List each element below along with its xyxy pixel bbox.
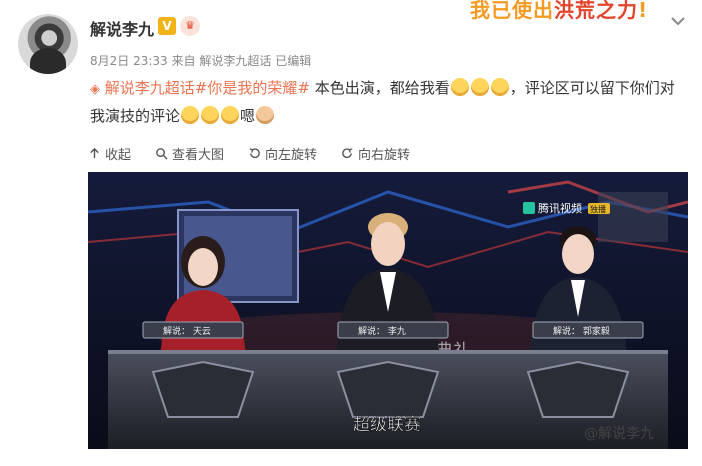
collapse-button[interactable]: 收起 — [88, 144, 131, 163]
post-source[interactable]: 来自 解说李九超话 — [172, 54, 272, 68]
topic-link[interactable]: 解说李九超话#你是我的荣耀# — [105, 79, 310, 97]
collapse-label: 收起 — [105, 148, 132, 163]
platform-logo: 腾讯视频 — [538, 201, 582, 215]
post-date[interactable]: 8月2日 — [90, 54, 129, 68]
rotate-left-icon — [249, 148, 260, 159]
collapse-arrow-icon — [90, 147, 99, 159]
search-icon — [156, 148, 168, 160]
video-subtitle: 超级联赛 — [353, 414, 421, 435]
cat-emoji-icon — [221, 106, 240, 124]
crown-icon: ♛ — [180, 16, 200, 36]
chevron-down-icon[interactable] — [669, 12, 687, 30]
image-toolbar: 收起 查看大图 向左旋转 向右旋转 — [88, 144, 410, 163]
weibo-watermark: @解说李九 — [584, 426, 654, 442]
verified-badge-icon: V — [158, 17, 176, 35]
post-content: ◈ 解说李九超话#你是我的荣耀# 本色出演，都给我看 ，评论区可以留下你们对我演技… — [90, 75, 680, 129]
author-name[interactable]: 解说李九 — [90, 16, 154, 40]
view-large-button[interactable]: 查看大图 — [155, 144, 224, 163]
rotate-left-button[interactable]: 向左旋转 — [248, 144, 317, 163]
nameplate-right: 解说： 郭家毅 — [553, 325, 610, 337]
view-large-label: 查看大图 — [172, 148, 225, 163]
broadcast-scene: 年度颁奖典礼 解说： 天云 解说： 李九 解说： 郭家毅 腾讯视频 独播 超级联… — [88, 172, 688, 449]
nameplate-center: 解说： 李九 — [358, 325, 406, 337]
cat-emoji-icon — [201, 106, 220, 124]
cat-emoji-icon — [490, 78, 509, 96]
topic-icon: ◈ — [90, 82, 100, 97]
promo-banner: 我已使出洪荒之力! — [470, 0, 649, 22]
cat-emoji-icon — [181, 106, 200, 124]
cat-emoji-icon — [450, 78, 469, 96]
cat-emoji-icon — [256, 106, 275, 124]
rotate-left-label: 向左旋转 — [265, 148, 318, 163]
post-time[interactable]: 23:33 — [133, 54, 168, 68]
avatar[interactable] — [18, 14, 78, 74]
post-meta: 8月2日 23:33 来自 解说李九超话 已编辑 — [90, 52, 311, 69]
rotate-right-label: 向右旋转 — [358, 148, 411, 163]
cat-emoji-icon — [470, 78, 489, 96]
post-text-3: 嗯 — [240, 107, 256, 125]
platform-tag: 独播 — [590, 204, 606, 214]
post-text-1: 本色出演，都给我看 — [309, 79, 450, 97]
nameplate-left: 解说： 天云 — [163, 325, 211, 337]
edited-label: 已编辑 — [275, 54, 312, 68]
rotate-right-icon — [342, 148, 353, 159]
video-still[interactable]: 年度颁奖典礼 解说： 天云 解说： 李九 解说： 郭家毅 腾讯视频 独播 超级联… — [88, 172, 688, 449]
rotate-right-button[interactable]: 向右旋转 — [341, 144, 410, 163]
